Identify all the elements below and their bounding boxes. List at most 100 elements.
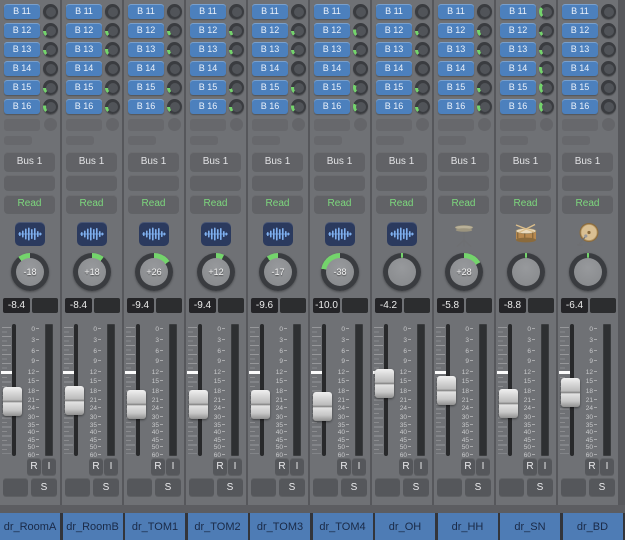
- send-bus-button[interactable]: B 15: [66, 80, 102, 95]
- empty-send-slot[interactable]: [314, 118, 370, 131]
- solo-button[interactable]: S: [465, 478, 491, 496]
- empty-send-slot[interactable]: [4, 118, 60, 131]
- group-slot[interactable]: [562, 175, 613, 190]
- output-slot[interactable]: Bus 1: [66, 152, 117, 171]
- send-level-knob[interactable]: [601, 99, 616, 114]
- send-level-knob[interactable]: [353, 61, 368, 76]
- input-monitor-button[interactable]: I: [476, 458, 490, 475]
- send-level-knob[interactable]: [229, 80, 244, 95]
- send-bus-button[interactable]: B 13: [66, 42, 102, 57]
- send-bus-button[interactable]: B 15: [252, 80, 288, 95]
- send-bus-button[interactable]: B 16: [438, 99, 474, 114]
- fader-cap[interactable]: [561, 378, 580, 407]
- record-enable-button[interactable]: R: [461, 458, 475, 475]
- fader-track[interactable]: [322, 324, 326, 456]
- output-slot[interactable]: Bus 1: [314, 152, 365, 171]
- track-icon[interactable]: [0, 221, 60, 247]
- automation-mode-slot[interactable]: Read: [252, 195, 303, 213]
- send-bus-button[interactable]: B 13: [190, 42, 226, 57]
- send-bus-button[interactable]: B 14: [4, 61, 40, 76]
- track-name[interactable]: dr_TOM1: [125, 513, 185, 540]
- automation-mode-slot[interactable]: Read: [4, 195, 55, 213]
- track-icon[interactable]: [62, 221, 122, 247]
- track-name[interactable]: dr_OH: [375, 513, 435, 540]
- record-enable-button[interactable]: R: [399, 458, 413, 475]
- pan-knob[interactable]: -18: [11, 253, 49, 291]
- send-bus-button[interactable]: B 11: [252, 4, 288, 19]
- group-slot[interactable]: [66, 175, 117, 190]
- send-level-knob[interactable]: [43, 61, 58, 76]
- input-monitor-button[interactable]: I: [42, 458, 56, 475]
- track-name[interactable]: dr_SN: [500, 513, 560, 540]
- fader-cap[interactable]: [375, 369, 394, 398]
- solo-button[interactable]: S: [279, 478, 305, 496]
- fader-cap[interactable]: [3, 387, 22, 416]
- mute-button[interactable]: [189, 478, 214, 496]
- empty-send-slot[interactable]: [190, 118, 246, 131]
- send-bus-button[interactable]: B 12: [562, 23, 598, 38]
- pan-knob[interactable]: -38: [321, 253, 359, 291]
- empty-slot[interactable]: [190, 136, 218, 145]
- mute-button[interactable]: [3, 478, 28, 496]
- send-bus-button[interactable]: B 14: [314, 61, 350, 76]
- empty-send-slot[interactable]: [562, 118, 618, 131]
- track-name[interactable]: dr_TOM4: [313, 513, 373, 540]
- send-bus-button[interactable]: B 11: [314, 4, 350, 19]
- empty-slot[interactable]: [438, 136, 466, 145]
- fader-cap[interactable]: [251, 390, 270, 419]
- solo-button[interactable]: S: [217, 478, 243, 496]
- send-level-knob[interactable]: [539, 61, 554, 76]
- send-bus-button[interactable]: B 14: [376, 61, 412, 76]
- output-slot[interactable]: Bus 1: [500, 152, 551, 171]
- empty-slot[interactable]: [128, 136, 156, 145]
- send-bus-button[interactable]: B 16: [252, 99, 288, 114]
- send-bus-button[interactable]: B 14: [500, 61, 536, 76]
- send-bus-button[interactable]: B 13: [438, 42, 474, 57]
- send-level-knob[interactable]: [415, 61, 430, 76]
- empty-slot[interactable]: [4, 136, 32, 145]
- send-bus-button[interactable]: B 13: [500, 42, 536, 57]
- track-icon[interactable]: [124, 221, 184, 247]
- pan-knob[interactable]: [383, 253, 421, 291]
- send-level-knob[interactable]: [353, 4, 368, 19]
- send-level-knob[interactable]: [539, 4, 554, 19]
- empty-send-slot[interactable]: [376, 118, 432, 131]
- solo-button[interactable]: S: [341, 478, 367, 496]
- record-enable-button[interactable]: R: [151, 458, 165, 475]
- send-bus-button[interactable]: B 15: [314, 80, 350, 95]
- send-bus-button[interactable]: B 12: [128, 23, 164, 38]
- send-bus-button[interactable]: B 16: [314, 99, 350, 114]
- volume-value-display[interactable]: -8.4: [3, 298, 30, 313]
- input-monitor-button[interactable]: I: [290, 458, 304, 475]
- send-bus-button[interactable]: B 12: [252, 23, 288, 38]
- output-slot[interactable]: Bus 1: [128, 152, 179, 171]
- track-icon[interactable]: [186, 221, 246, 247]
- solo-button[interactable]: S: [403, 478, 429, 496]
- empty-send-slot[interactable]: [66, 118, 122, 131]
- track-name[interactable]: dr_RoomA: [0, 513, 60, 540]
- track-icon[interactable]: [558, 221, 618, 247]
- solo-button[interactable]: S: [31, 478, 57, 496]
- send-level-knob[interactable]: [601, 61, 616, 76]
- send-bus-button[interactable]: B 14: [252, 61, 288, 76]
- input-monitor-button[interactable]: I: [538, 458, 552, 475]
- group-slot[interactable]: [190, 175, 241, 190]
- mute-button[interactable]: [127, 478, 152, 496]
- send-bus-button[interactable]: B 15: [438, 80, 474, 95]
- track-icon[interactable]: [496, 221, 556, 247]
- send-level-knob[interactable]: [167, 99, 182, 114]
- send-bus-button[interactable]: B 16: [128, 99, 164, 114]
- pan-knob[interactable]: +28: [445, 253, 483, 291]
- automation-mode-slot[interactable]: Read: [190, 195, 241, 213]
- send-level-knob[interactable]: [105, 99, 120, 114]
- output-slot[interactable]: Bus 1: [376, 152, 427, 171]
- send-bus-button[interactable]: B 14: [562, 61, 598, 76]
- send-bus-button[interactable]: B 11: [438, 4, 474, 19]
- track-name[interactable]: dr_TOM3: [250, 513, 310, 540]
- send-level-knob[interactable]: [601, 42, 616, 57]
- solo-button[interactable]: S: [527, 478, 553, 496]
- fader-cap[interactable]: [189, 390, 208, 419]
- empty-slot[interactable]: [500, 136, 528, 145]
- group-slot[interactable]: [252, 175, 303, 190]
- group-slot[interactable]: [314, 175, 365, 190]
